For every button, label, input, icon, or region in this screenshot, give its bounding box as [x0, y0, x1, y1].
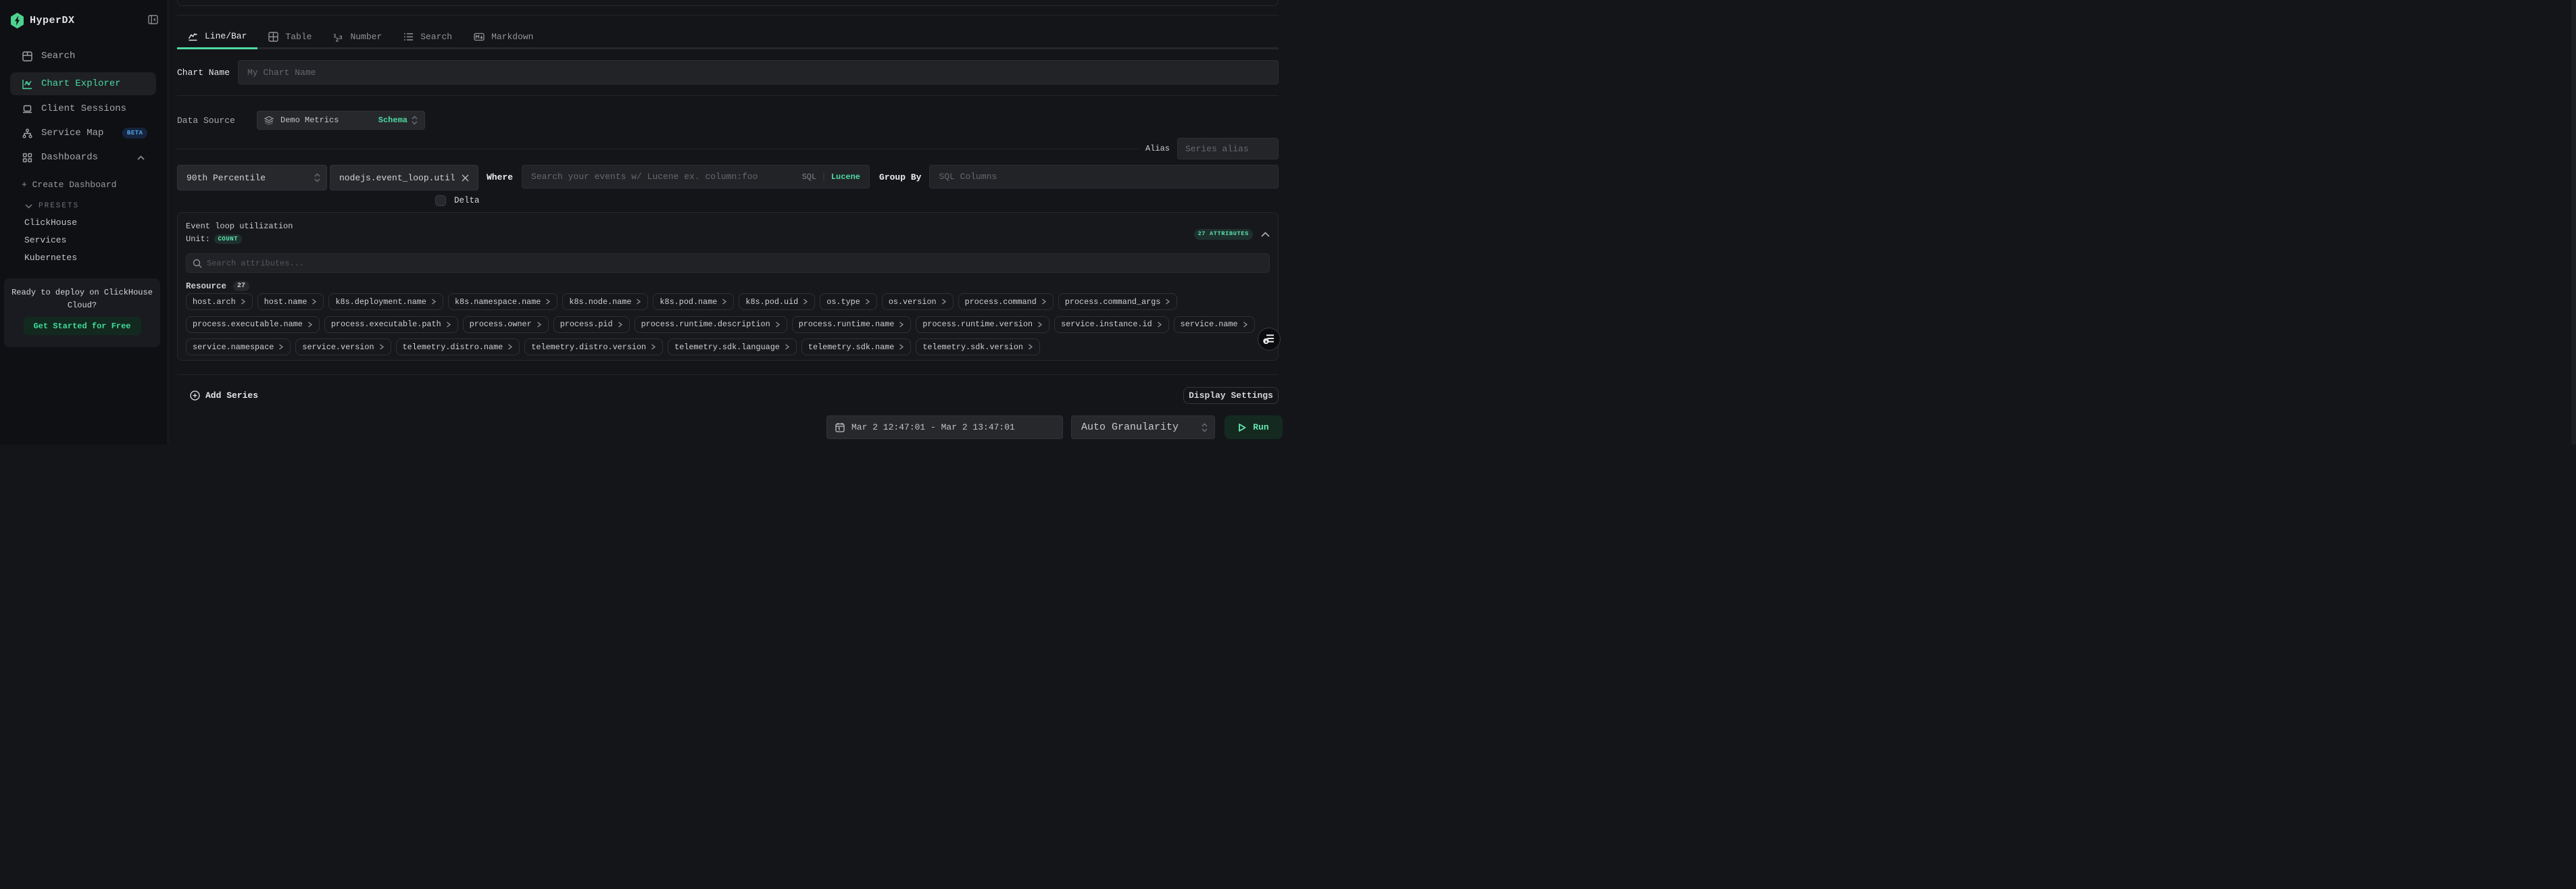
svg-text:3: 3 [339, 34, 343, 41]
